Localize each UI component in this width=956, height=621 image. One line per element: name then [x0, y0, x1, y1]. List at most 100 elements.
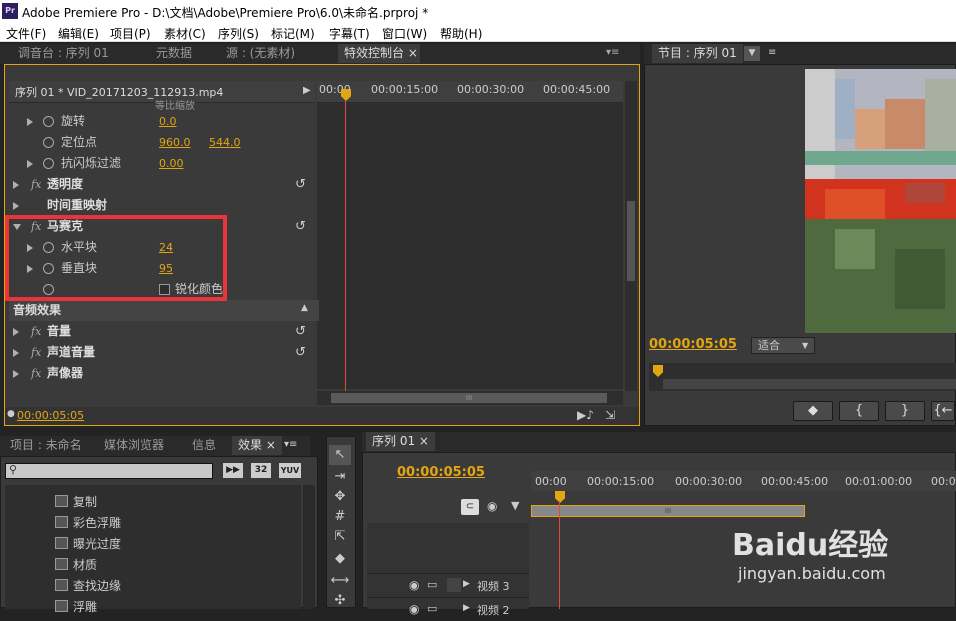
reset-icon[interactable]: ↺ — [295, 321, 306, 342]
sync-lock-icon[interactable]: ▭ — [427, 578, 437, 591]
video-preview[interactable] — [805, 69, 956, 333]
menu-project[interactable]: 项目(P) — [110, 25, 151, 42]
32bit-effects-icon[interactable]: 32 — [251, 463, 271, 478]
snap-icon[interactable]: ⊂ — [461, 499, 479, 515]
program-timecode[interactable]: 00:00:05:05 — [649, 337, 737, 352]
effect-item[interactable]: 查找边缘 — [73, 577, 121, 594]
export-icon[interactable]: ⇲ — [605, 408, 615, 422]
slide-tool-icon[interactable]: ✣ — [329, 591, 351, 611]
lock-toggle[interactable] — [447, 578, 461, 592]
expand-icon[interactable] — [13, 349, 19, 357]
fx-icon[interactable]: fx — [31, 363, 41, 384]
expand-icon[interactable] — [27, 160, 33, 168]
menu-edit[interactable]: 编辑(E) — [58, 25, 99, 42]
tab-effect-controls[interactable]: 特效控制台 × — [338, 44, 420, 63]
tab-sequence[interactable]: 序列 01 × — [366, 432, 435, 451]
ecp-vertical-scrollbar[interactable] — [625, 81, 637, 391]
menu-clip[interactable]: 素材(C) — [164, 25, 206, 42]
menu-window[interactable]: 窗口(W) — [382, 25, 427, 42]
tab-close-icon[interactable]: × — [266, 438, 276, 452]
ecp-timecode[interactable]: 00:00:05:05 — [17, 409, 84, 422]
linked-selection-icon[interactable]: ◉ — [487, 499, 497, 513]
menu-file[interactable]: 文件(F) — [6, 25, 46, 42]
selection-tool-icon[interactable]: ↖ — [329, 445, 351, 465]
menu-sequence[interactable]: 序列(S) — [218, 25, 259, 42]
menu-marker[interactable]: 标记(M) — [271, 25, 315, 42]
tab-project[interactable]: 项目 : 未命名 — [4, 436, 88, 455]
stopwatch-icon[interactable] — [43, 158, 54, 169]
fx-icon[interactable]: fx — [31, 342, 41, 363]
fx-icon[interactable]: fx — [31, 321, 41, 342]
dropdown-icon[interactable]: ▼ — [744, 46, 760, 61]
expand-icon[interactable] — [13, 328, 19, 336]
mark-out-button[interactable]: } — [885, 401, 925, 421]
eye-icon[interactable]: ◉ — [409, 602, 419, 616]
effects-scrollbar[interactable] — [303, 485, 315, 609]
track-select-tool-icon[interactable]: ⇥ — [329, 467, 351, 487]
program-zoom-bar[interactable] — [663, 379, 956, 389]
fit-dropdown[interactable]: 适合 ▼ — [751, 337, 815, 354]
tab-close-icon[interactable]: × — [419, 434, 429, 448]
ecp-ruler[interactable]: 00:00 00:00:15:00 00:00:30:00 00:00:45:0… — [317, 81, 623, 103]
rotation-value[interactable]: 0.0 — [159, 111, 177, 132]
timeline-ruler[interactable]: 00:00 00:00:15:00 00:00:30:00 00:00:45:0… — [531, 471, 956, 491]
anchor-y-value[interactable]: 544.0 — [209, 132, 241, 153]
panel-menu-icon[interactable]: ▾≡ — [606, 47, 619, 58]
go-to-in-button[interactable]: {← — [931, 401, 955, 421]
expand-icon[interactable] — [13, 202, 19, 210]
menu-help[interactable]: 帮助(H) — [440, 25, 482, 42]
panel-menu-icon[interactable]: ≡ — [768, 47, 776, 58]
expand-icon[interactable] — [13, 370, 19, 378]
tab-source[interactable]: 源 : (无素材) — [220, 44, 301, 63]
expand-track-icon[interactable]: ▶ — [463, 603, 470, 613]
razor-tool-icon[interactable]: ◆ — [329, 549, 351, 569]
tab-audio-mixer[interactable]: 调音台 : 序列 01 — [12, 44, 115, 63]
tab-media-browser[interactable]: 媒体浏览器 — [98, 436, 170, 455]
ecp-horizontal-scrollbar[interactable]: III — [317, 391, 623, 405]
fx-icon[interactable]: fx — [31, 174, 41, 195]
rolling-edit-tool-icon[interactable]: # — [329, 507, 351, 527]
eye-icon[interactable]: ◉ — [409, 578, 419, 592]
effect-item[interactable]: 材质 — [73, 556, 97, 573]
panel-menu-icon[interactable]: ▾≡ — [284, 439, 297, 450]
tab-info[interactable]: 信息 — [186, 436, 222, 455]
expand-icon[interactable] — [27, 118, 33, 126]
ecp-keyframe-area[interactable] — [317, 103, 623, 389]
expand-icon[interactable] — [13, 181, 19, 189]
effects-search-input[interactable]: ⚲ — [5, 463, 213, 479]
timeline-playhead-handle[interactable] — [555, 491, 565, 503]
effect-item[interactable]: 浮雕 — [73, 598, 97, 615]
yuv-effects-icon[interactable]: YUV — [279, 463, 301, 478]
collapse-up-icon[interactable]: ▲ — [301, 298, 308, 319]
tab-program[interactable]: 节目 : 序列 01 — [652, 44, 743, 63]
effect-item[interactable]: 曝光过度 — [73, 535, 121, 552]
scrollbar-thumb[interactable]: III — [331, 393, 607, 403]
audio-play-icon[interactable]: ▶♪ — [577, 408, 594, 422]
add-marker-button[interactable]: ◆ — [793, 401, 833, 421]
slip-tool-icon[interactable]: ⟷ — [329, 571, 351, 591]
anchor-x-value[interactable]: 960.0 — [159, 132, 191, 153]
tab-close-icon[interactable]: × — [408, 46, 418, 60]
tab-metadata[interactable]: 元数据 — [150, 44, 198, 63]
antiflicker-value[interactable]: 0.00 — [159, 153, 184, 174]
reset-icon[interactable]: ↺ — [295, 342, 306, 363]
program-scrubber[interactable] — [649, 363, 956, 391]
menu-title[interactable]: 字幕(T) — [329, 25, 370, 42]
expand-track-icon[interactable]: ▶ — [463, 579, 470, 589]
ripple-edit-tool-icon[interactable]: ✥ — [329, 487, 351, 507]
work-area-bar[interactable]: III — [531, 505, 805, 517]
effect-item[interactable]: 复制 — [73, 493, 97, 510]
timeline-timecode[interactable]: 00:00:05:05 — [397, 465, 485, 480]
rate-stretch-tool-icon[interactable]: ⇱ — [329, 527, 351, 547]
stopwatch-icon[interactable] — [43, 116, 54, 127]
mark-in-button[interactable]: { — [839, 401, 879, 421]
tab-effects[interactable]: 效果 × — [232, 436, 282, 455]
accelerated-effects-icon[interactable]: ▶▶ — [223, 463, 243, 478]
stopwatch-icon[interactable] — [43, 137, 54, 148]
reset-icon[interactable]: ↺ — [295, 216, 306, 237]
play-clip-icon[interactable]: ▶ — [303, 85, 311, 96]
scrollbar-thumb[interactable] — [627, 201, 635, 281]
add-marker-icon[interactable]: ▼ — [511, 499, 519, 512]
sync-lock-icon[interactable]: ▭ — [427, 602, 437, 615]
effect-item[interactable]: 彩色浮雕 — [73, 514, 121, 531]
